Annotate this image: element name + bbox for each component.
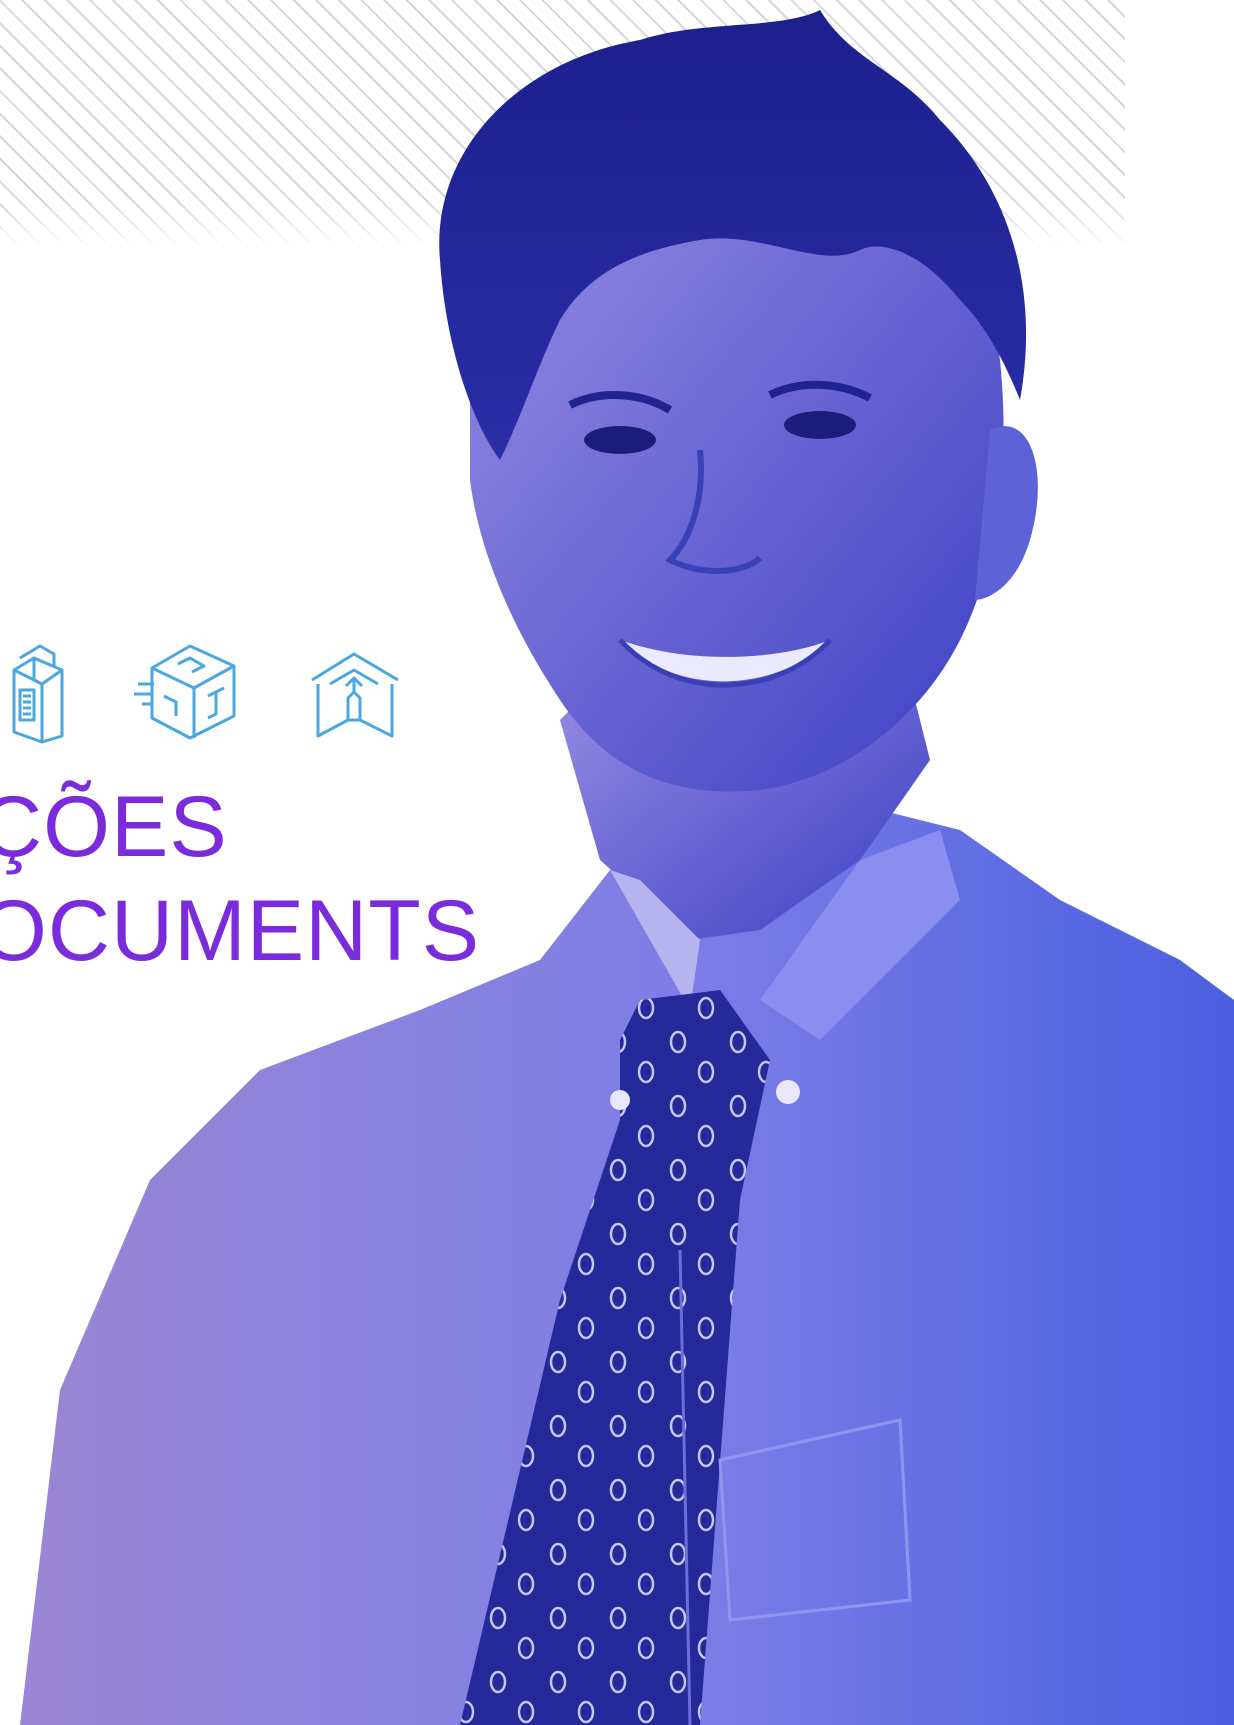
man-portrait-photo [20, 10, 1234, 1725]
